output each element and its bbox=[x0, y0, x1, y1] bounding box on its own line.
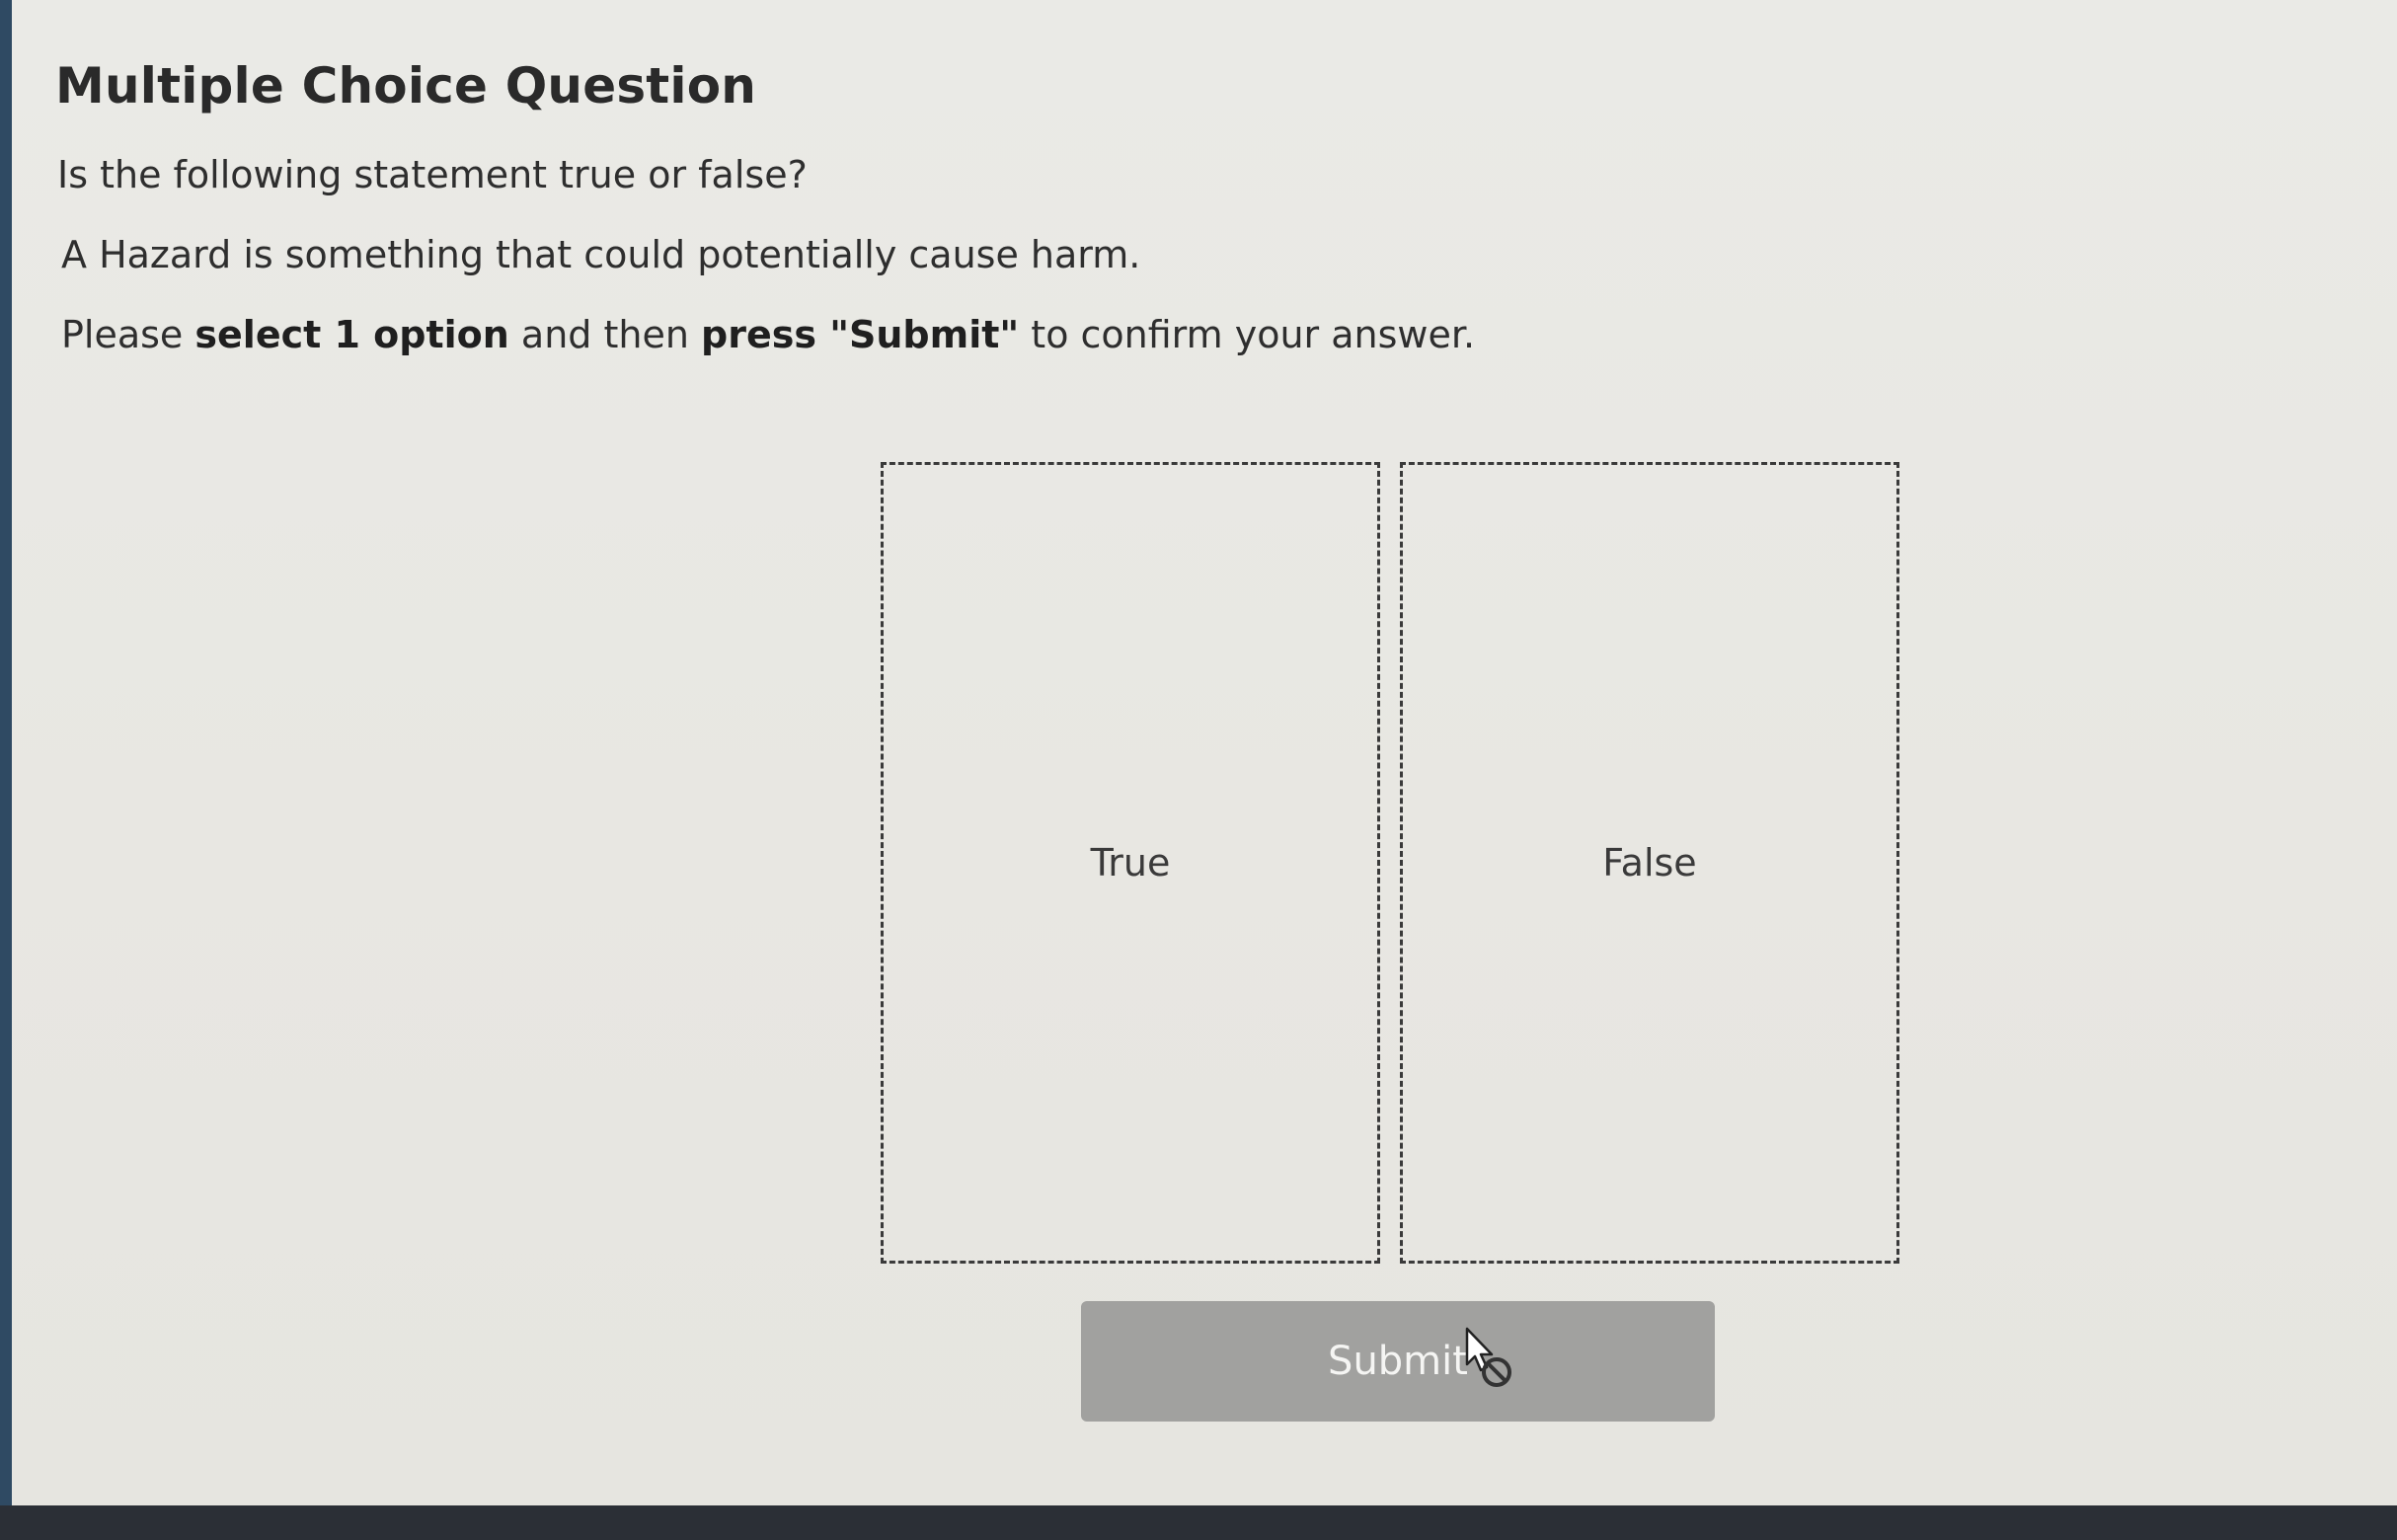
instruction-bold-submit: press "Submit" bbox=[701, 313, 1020, 356]
question-statement: A Hazard is something that could potenti… bbox=[61, 233, 1141, 276]
option-true[interactable]: True bbox=[881, 462, 1380, 1264]
option-false-label: False bbox=[1602, 841, 1697, 885]
instruction-bold-select: select 1 option bbox=[194, 313, 509, 356]
app-screen: Multiple Choice Question Is the followin… bbox=[12, 0, 2397, 1505]
question-prompt: Is the following statement true or false… bbox=[57, 153, 808, 196]
instruction-text: Please select 1 option and then press "S… bbox=[61, 313, 1475, 356]
not-allowed-cursor-icon bbox=[1465, 1327, 1511, 1387]
dock-bar bbox=[0, 1505, 2397, 1540]
option-false[interactable]: False bbox=[1400, 462, 1899, 1264]
page-title: Multiple Choice Question bbox=[55, 57, 757, 115]
submit-button[interactable]: Submit bbox=[1081, 1301, 1715, 1422]
instruction-part2: and then bbox=[508, 313, 702, 356]
instruction-part3: to confirm your answer. bbox=[1019, 313, 1476, 356]
instruction-part1: Please bbox=[61, 313, 195, 356]
option-true-label: True bbox=[1090, 841, 1171, 885]
